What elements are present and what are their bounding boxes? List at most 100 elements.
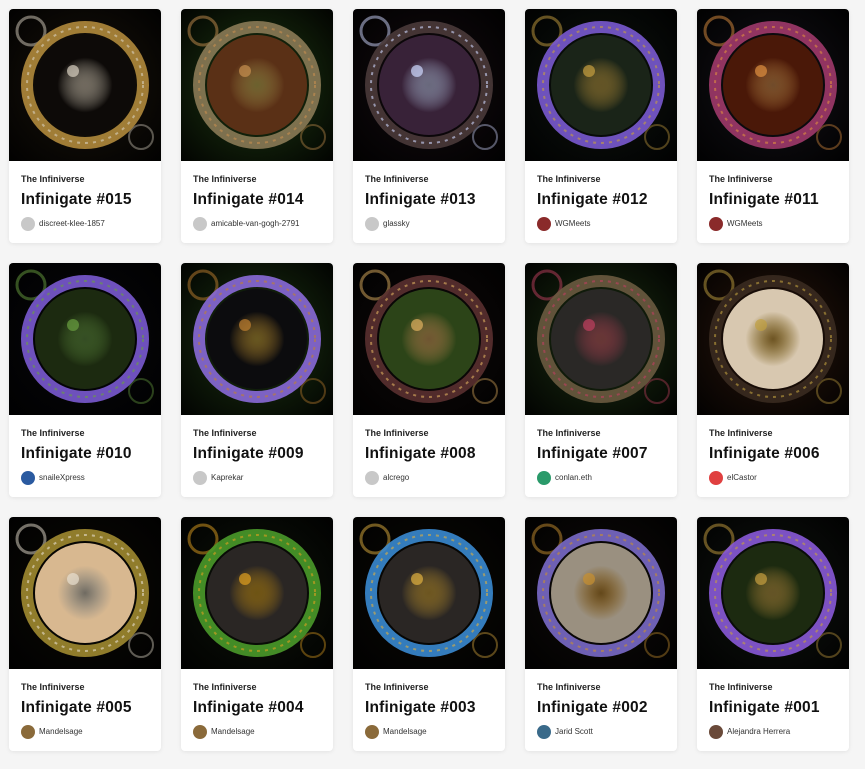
- collection-name[interactable]: The Infiniverse: [709, 174, 837, 185]
- nft-title[interactable]: Infinigate #013: [365, 190, 493, 209]
- nft-card[interactable]: The Infiniverse Infinigate #010 snaileXpre…: [9, 263, 161, 497]
- nft-card[interactable]: The Infiniverse Infinigate #003 Mandelsage: [353, 517, 505, 751]
- owner-info[interactable]: amicable-van-gogh-2791: [193, 217, 321, 231]
- nft-card[interactable]: The Infiniverse Infinigate #006 elCastor: [697, 263, 849, 497]
- nft-card[interactable]: The Infiniverse Infinigate #012 WGMeets: [525, 9, 677, 243]
- nft-card[interactable]: The Infiniverse Infinigate #008 alcrego: [353, 263, 505, 497]
- owner-info[interactable]: snaileXpress: [21, 471, 149, 485]
- nft-card[interactable]: The Infiniverse Infinigate #004 Mandelsage: [181, 517, 333, 751]
- owner-info[interactable]: conlan.eth: [537, 471, 665, 485]
- owner-avatar: [21, 217, 35, 231]
- nft-artwork-image[interactable]: [525, 263, 677, 415]
- owner-name[interactable]: Mandelsage: [383, 727, 427, 737]
- owner-name[interactable]: Mandelsage: [39, 727, 83, 737]
- owner-name[interactable]: discreet-klee-1857: [39, 219, 105, 229]
- nft-card[interactable]: The Infiniverse Infinigate #011 WGMeets: [697, 9, 849, 243]
- nft-artwork-image[interactable]: [353, 517, 505, 669]
- nft-artwork-image[interactable]: [697, 517, 849, 669]
- nft-card[interactable]: The Infiniverse Infinigate #015 discreet-k…: [9, 9, 161, 243]
- collection-name[interactable]: The Infiniverse: [21, 174, 149, 185]
- nft-title[interactable]: Infinigate #002: [537, 698, 665, 717]
- owner-info[interactable]: Mandelsage: [21, 725, 149, 739]
- nft-artwork-image[interactable]: [525, 517, 677, 669]
- owner-name[interactable]: alcrego: [383, 473, 409, 483]
- owner-info[interactable]: elCastor: [709, 471, 837, 485]
- owner-name[interactable]: Jarid Scott: [555, 727, 593, 737]
- nft-title[interactable]: Infinigate #007: [537, 444, 665, 463]
- nft-artwork-image[interactable]: [9, 263, 161, 415]
- owner-name[interactable]: Alejandra Herrera: [727, 727, 790, 737]
- nft-artwork-image[interactable]: [697, 9, 849, 161]
- nft-card[interactable]: The Infiniverse Infinigate #009 Kaprekar: [181, 263, 333, 497]
- collection-name[interactable]: The Infiniverse: [537, 174, 665, 185]
- owner-info[interactable]: WGMeets: [709, 217, 837, 231]
- card-details: The Infiniverse Infinigate #015 discreet-k…: [9, 161, 161, 231]
- nft-card[interactable]: The Infiniverse Infinigate #007 conlan.eth: [525, 263, 677, 497]
- owner-info[interactable]: Alejandra Herrera: [709, 725, 837, 739]
- collection-name[interactable]: The Infiniverse: [709, 428, 837, 439]
- nft-artwork-image[interactable]: [525, 9, 677, 161]
- nft-title[interactable]: Infinigate #004: [193, 698, 321, 717]
- nft-artwork-image[interactable]: [697, 263, 849, 415]
- nft-card[interactable]: The Infiniverse Infinigate #014 amicable-v…: [181, 9, 333, 243]
- owner-avatar: [193, 725, 207, 739]
- card-details: The Infiniverse Infinigate #008 alcrego: [353, 415, 505, 485]
- nft-card[interactable]: The Infiniverse Infinigate #002 Jarid Scot…: [525, 517, 677, 751]
- nft-title[interactable]: Infinigate #011: [709, 190, 837, 209]
- collection-name[interactable]: The Infiniverse: [193, 682, 321, 693]
- nft-artwork-image[interactable]: [353, 9, 505, 161]
- card-details: The Infiniverse Infinigate #011 WGMeets: [697, 161, 849, 231]
- owner-name[interactable]: snaileXpress: [39, 473, 85, 483]
- owner-info[interactable]: Jarid Scott: [537, 725, 665, 739]
- collection-name[interactable]: The Infiniverse: [537, 428, 665, 439]
- owner-name[interactable]: WGMeets: [727, 219, 763, 229]
- card-details: The Infiniverse Infinigate #005 Mandelsage: [9, 669, 161, 739]
- collection-name[interactable]: The Infiniverse: [365, 682, 493, 693]
- owner-name[interactable]: Mandelsage: [211, 727, 255, 737]
- owner-info[interactable]: Mandelsage: [193, 725, 321, 739]
- nft-artwork-image[interactable]: [9, 9, 161, 161]
- nft-artwork-image[interactable]: [181, 9, 333, 161]
- nft-artwork-image[interactable]: [181, 517, 333, 669]
- collection-name[interactable]: The Infiniverse: [21, 682, 149, 693]
- nft-title[interactable]: Infinigate #006: [709, 444, 837, 463]
- owner-avatar: [709, 471, 723, 485]
- nft-title[interactable]: Infinigate #008: [365, 444, 493, 463]
- owner-info[interactable]: discreet-klee-1857: [21, 217, 149, 231]
- nft-artwork-image[interactable]: [181, 263, 333, 415]
- nft-card[interactable]: The Infiniverse Infinigate #001 Alejandra …: [697, 517, 849, 751]
- nft-title[interactable]: Infinigate #014: [193, 190, 321, 209]
- nft-title[interactable]: Infinigate #012: [537, 190, 665, 209]
- nft-title[interactable]: Infinigate #001: [709, 698, 837, 717]
- owner-info[interactable]: WGMeets: [537, 217, 665, 231]
- owner-name[interactable]: glassky: [383, 219, 410, 229]
- owner-name[interactable]: elCastor: [727, 473, 757, 483]
- nft-title[interactable]: Infinigate #003: [365, 698, 493, 717]
- owner-avatar: [193, 217, 207, 231]
- nft-card[interactable]: The Infiniverse Infinigate #013 glassky: [353, 9, 505, 243]
- collection-name[interactable]: The Infiniverse: [537, 682, 665, 693]
- owner-info[interactable]: Kaprekar: [193, 471, 321, 485]
- nft-card[interactable]: The Infiniverse Infinigate #005 Mandelsage: [9, 517, 161, 751]
- nft-title[interactable]: Infinigate #010: [21, 444, 149, 463]
- owner-name[interactable]: WGMeets: [555, 219, 591, 229]
- owner-name[interactable]: amicable-van-gogh-2791: [211, 219, 300, 229]
- owner-info[interactable]: glassky: [365, 217, 493, 231]
- card-details: The Infiniverse Infinigate #014 amicable-v…: [181, 161, 333, 231]
- owner-name[interactable]: conlan.eth: [555, 473, 592, 483]
- nft-title[interactable]: Infinigate #009: [193, 444, 321, 463]
- collection-name[interactable]: The Infiniverse: [193, 174, 321, 185]
- nft-artwork-image[interactable]: [353, 263, 505, 415]
- collection-name[interactable]: The Infiniverse: [365, 428, 493, 439]
- owner-info[interactable]: Mandelsage: [365, 725, 493, 739]
- owner-avatar: [365, 217, 379, 231]
- nft-title[interactable]: Infinigate #015: [21, 190, 149, 209]
- nft-artwork-image[interactable]: [9, 517, 161, 669]
- collection-name[interactable]: The Infiniverse: [709, 682, 837, 693]
- collection-name[interactable]: The Infiniverse: [365, 174, 493, 185]
- collection-name[interactable]: The Infiniverse: [21, 428, 149, 439]
- collection-name[interactable]: The Infiniverse: [193, 428, 321, 439]
- nft-title[interactable]: Infinigate #005: [21, 698, 149, 717]
- owner-info[interactable]: alcrego: [365, 471, 493, 485]
- owner-name[interactable]: Kaprekar: [211, 473, 243, 483]
